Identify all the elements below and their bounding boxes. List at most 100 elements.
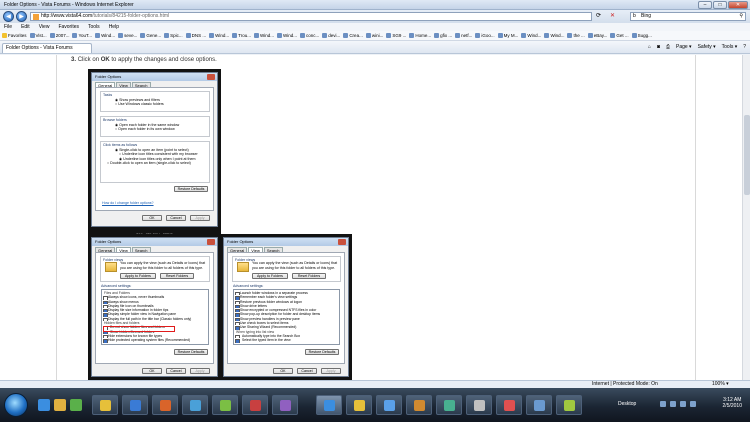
favorite-link[interactable]: wini... bbox=[365, 31, 383, 40]
search-icon[interactable]: ⚲ bbox=[739, 13, 743, 20]
taskbar-app[interactable] bbox=[242, 395, 268, 415]
close-icon bbox=[207, 239, 215, 245]
back-button[interactable]: ◀ bbox=[3, 11, 14, 22]
taskbar-app[interactable] bbox=[466, 395, 492, 415]
title-bar: Folder Options - Vista Forums - Windows … bbox=[0, 0, 750, 10]
favicon-icon bbox=[140, 33, 146, 38]
tray-icon[interactable] bbox=[670, 401, 676, 407]
menu-help[interactable]: Help bbox=[109, 23, 119, 31]
taskbar-app[interactable] bbox=[152, 395, 178, 415]
favorite-link[interactable]: iGoo... bbox=[475, 31, 495, 40]
apply-button: Apply bbox=[321, 368, 341, 374]
maximize-button[interactable]: □ bbox=[713, 1, 727, 9]
favorite-link[interactable]: Gene... bbox=[140, 31, 161, 40]
page-menu[interactable]: Page ▾ bbox=[676, 43, 692, 52]
volume-icon[interactable] bbox=[690, 401, 696, 407]
favorite-link[interactable]: eBay... bbox=[587, 31, 607, 40]
print-icon[interactable]: ⎙ bbox=[666, 43, 670, 52]
forward-button[interactable]: ▶ bbox=[16, 11, 27, 22]
stop-icon[interactable]: ✕ bbox=[610, 12, 615, 19]
ie-quicklaunch-icon[interactable] bbox=[38, 399, 50, 411]
zoom-level[interactable]: 100% ▾ bbox=[712, 381, 729, 388]
favorite-link[interactable]: conc... bbox=[300, 31, 319, 40]
favorite-link[interactable]: YouT... bbox=[72, 31, 92, 40]
tray-icon[interactable] bbox=[660, 401, 666, 407]
menu-favorites[interactable]: Favorites bbox=[58, 23, 79, 31]
menu-file[interactable]: File bbox=[4, 23, 12, 31]
taskbar-app[interactable] bbox=[346, 395, 372, 415]
menu-view[interactable]: View bbox=[39, 23, 50, 31]
favorite-link[interactable]: Wind... bbox=[254, 31, 274, 40]
help-menu[interactable]: ? bbox=[743, 43, 746, 52]
taskbar-app[interactable] bbox=[496, 395, 522, 415]
favorite-link[interactable]: Trou... bbox=[232, 31, 251, 40]
tools-menu[interactable]: Tools ▾ bbox=[722, 43, 738, 52]
apply-button: Apply bbox=[190, 215, 210, 221]
favorite-link[interactable]: Spic... bbox=[164, 31, 183, 40]
media-quicklaunch-icon[interactable] bbox=[70, 399, 82, 411]
taskbar-app[interactable] bbox=[182, 395, 208, 415]
favorite-link[interactable]: Wind... bbox=[521, 31, 541, 40]
taskbar-app[interactable] bbox=[272, 395, 298, 415]
link-label: Sugg... bbox=[637, 32, 652, 38]
explorer-quicklaunch-icon[interactable] bbox=[54, 399, 66, 411]
advanced-settings-label: Advanced settings: bbox=[233, 284, 264, 288]
scrollbar-thumb[interactable] bbox=[744, 115, 750, 195]
favorite-link[interactable]: Wind... bbox=[95, 31, 115, 40]
favorite-link[interactable]: Home... bbox=[409, 31, 431, 40]
search-input[interactable]: b Bing ⚲ bbox=[630, 12, 746, 21]
favorite-link[interactable]: devi... bbox=[322, 31, 340, 40]
safety-menu[interactable]: Safety ▾ bbox=[698, 43, 716, 52]
favorite-link[interactable]: Get ... bbox=[610, 31, 629, 40]
favicon-icon bbox=[497, 33, 503, 38]
minimize-button[interactable]: – bbox=[698, 1, 712, 9]
feeds-icon[interactable]: ◙ bbox=[657, 43, 660, 52]
favorite-link[interactable]: SG9 ... bbox=[386, 31, 406, 40]
clock[interactable]: 3:12 AM 2/5/2010 bbox=[723, 397, 742, 409]
taskbar-app[interactable] bbox=[436, 395, 462, 415]
favorite-link[interactable]: DNS ... bbox=[185, 31, 206, 40]
tasks-group: Tasks ◉ Show previews and filters ○ Use … bbox=[100, 91, 210, 112]
link-label: Wind... bbox=[260, 32, 275, 38]
taskbar-app[interactable] bbox=[556, 395, 582, 415]
taskbar-app[interactable] bbox=[526, 395, 552, 415]
favorite-link[interactable]: netf... bbox=[455, 31, 472, 40]
address-input[interactable]: http://www.vista64.com/tutorials/84215-f… bbox=[30, 12, 592, 21]
desktop-toolbar[interactable]: Desktop bbox=[618, 401, 636, 407]
menu-tools[interactable]: Tools bbox=[88, 23, 100, 31]
favorite-link[interactable]: gfix ... bbox=[434, 31, 452, 40]
taskbar-app[interactable] bbox=[122, 395, 148, 415]
network-icon[interactable] bbox=[680, 401, 686, 407]
favicon-icon bbox=[587, 33, 593, 38]
taskbar-app-ie[interactable] bbox=[316, 395, 342, 415]
favorite-link[interactable]: 2007... bbox=[49, 31, 69, 40]
refresh-icon[interactable]: ⟳ bbox=[596, 12, 601, 19]
favorite-link[interactable]: Wind... bbox=[544, 31, 564, 40]
start-button[interactable] bbox=[4, 393, 28, 417]
screenshot-general-tab[interactable]: Folder Options General View Search Tasks… bbox=[88, 69, 221, 239]
security-zone[interactable]: Internet | Protected Mode: On bbox=[592, 381, 658, 388]
favorite-link[interactable]: Wind... bbox=[277, 31, 297, 40]
favorite-link[interactable]: Crea... bbox=[343, 31, 363, 40]
favorite-link[interactable]: My M... bbox=[497, 31, 518, 40]
favorite-link[interactable]: Sugg... bbox=[631, 31, 652, 40]
cancel-button: Cancel bbox=[166, 368, 186, 374]
favorite-link[interactable]: the ... bbox=[567, 31, 585, 40]
taskbar-app[interactable] bbox=[212, 395, 238, 415]
favorites-button[interactable]: Favorites bbox=[2, 31, 27, 40]
close-button[interactable]: ✕ bbox=[728, 1, 748, 9]
home-icon[interactable]: ⌂ bbox=[648, 43, 651, 52]
menu-edit[interactable]: Edit bbox=[21, 23, 30, 31]
taskbar-app[interactable] bbox=[92, 395, 118, 415]
highlight-box bbox=[103, 326, 175, 332]
vertical-scrollbar[interactable] bbox=[742, 55, 750, 380]
screenshot-view-tab-scrolled[interactable]: Folder Options General View Search Folde… bbox=[220, 234, 352, 380]
screenshot-view-tab-hidden[interactable]: Folder Options General View Search Folde… bbox=[88, 234, 221, 380]
favorite-link[interactable]: Wind... bbox=[209, 31, 229, 40]
step-number: 3. bbox=[71, 57, 77, 63]
favorite-link[interactable]: Vist... bbox=[29, 31, 47, 40]
tab-folder-options[interactable]: Folder Options - Vista Forums bbox=[2, 43, 92, 53]
taskbar-app[interactable] bbox=[406, 395, 432, 415]
favorite-link[interactable]: seve... bbox=[118, 31, 137, 40]
taskbar-app[interactable] bbox=[376, 395, 402, 415]
